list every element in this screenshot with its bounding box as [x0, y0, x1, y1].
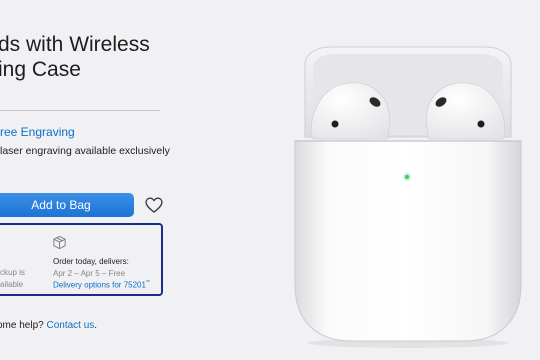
pickup-line-1: ckup is [0, 268, 25, 277]
free-engraving-link[interactable]: ree Engraving [0, 125, 75, 139]
product-title-line-2: ing Case [0, 58, 81, 81]
heart-outline-icon [145, 197, 163, 213]
engraving-description: laser engraving available exclusively [0, 145, 170, 157]
product-page: ds with Wireless ing Case ree Engraving … [0, 0, 540, 360]
package-icon [53, 235, 66, 250]
pickup-line-2: ailable [0, 280, 24, 289]
delivery-options-link[interactable]: Delivery options for 75201** [53, 280, 150, 290]
order-delivery-title: Order today, delivers: [53, 257, 129, 266]
pickup-availability: ckup is ailable [0, 267, 25, 291]
help-suffix: . [94, 320, 98, 331]
add-to-bag-button[interactable]: Add to Bag [0, 193, 134, 217]
help-prefix: ome help? [0, 320, 44, 331]
section-divider [0, 110, 160, 111]
product-title: ds with Wireless ing Case [0, 32, 150, 82]
product-title-line-1: ds with Wireless [0, 33, 150, 56]
help-row: ome help? Contact us. [0, 320, 97, 331]
airpods-case-image [294, 46, 522, 348]
order-delivery-dates: Apr 2 – Apr 5 – Free [53, 269, 126, 278]
favorite-button[interactable] [144, 195, 164, 215]
delivery-options-note-mark: ** [145, 280, 150, 286]
contact-us-link[interactable]: Contact us [46, 320, 94, 331]
delivery-options-text[interactable]: Delivery options for 75201 [53, 281, 146, 290]
